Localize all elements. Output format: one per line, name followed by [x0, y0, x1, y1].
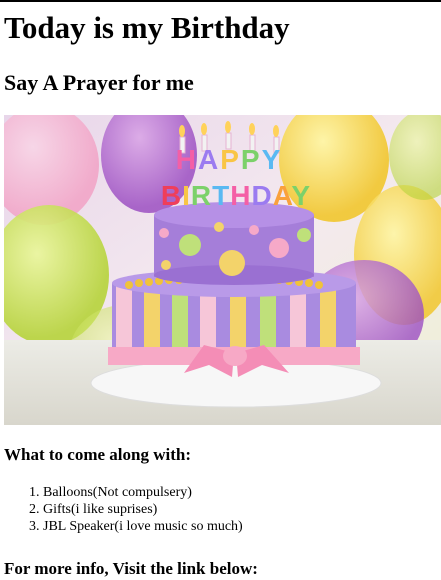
list-item: Gifts(i like suprises): [43, 501, 243, 518]
list-item: Balloons(Not compulsery): [43, 484, 243, 501]
cake-text-happy: HAPPY: [176, 144, 283, 175]
cake-text-birthday: BIRTHDAY: [161, 180, 311, 211]
bring-list: Balloons(Not compulsery) Gifts(i like su…: [4, 484, 243, 535]
more-info-heading: For more info, Visit the link below:: [4, 559, 258, 578]
birthday-cake-image: HAPPY BIRTHDAY: [4, 115, 441, 425]
page-title: Today is my Birthday: [4, 10, 290, 45]
list-item: JBL Speaker(i love music so much): [43, 518, 243, 535]
bring-heading: What to come along with:: [4, 445, 191, 464]
page-subtitle: Say A Prayer for me: [4, 70, 194, 95]
top-border: [0, 0, 441, 2]
